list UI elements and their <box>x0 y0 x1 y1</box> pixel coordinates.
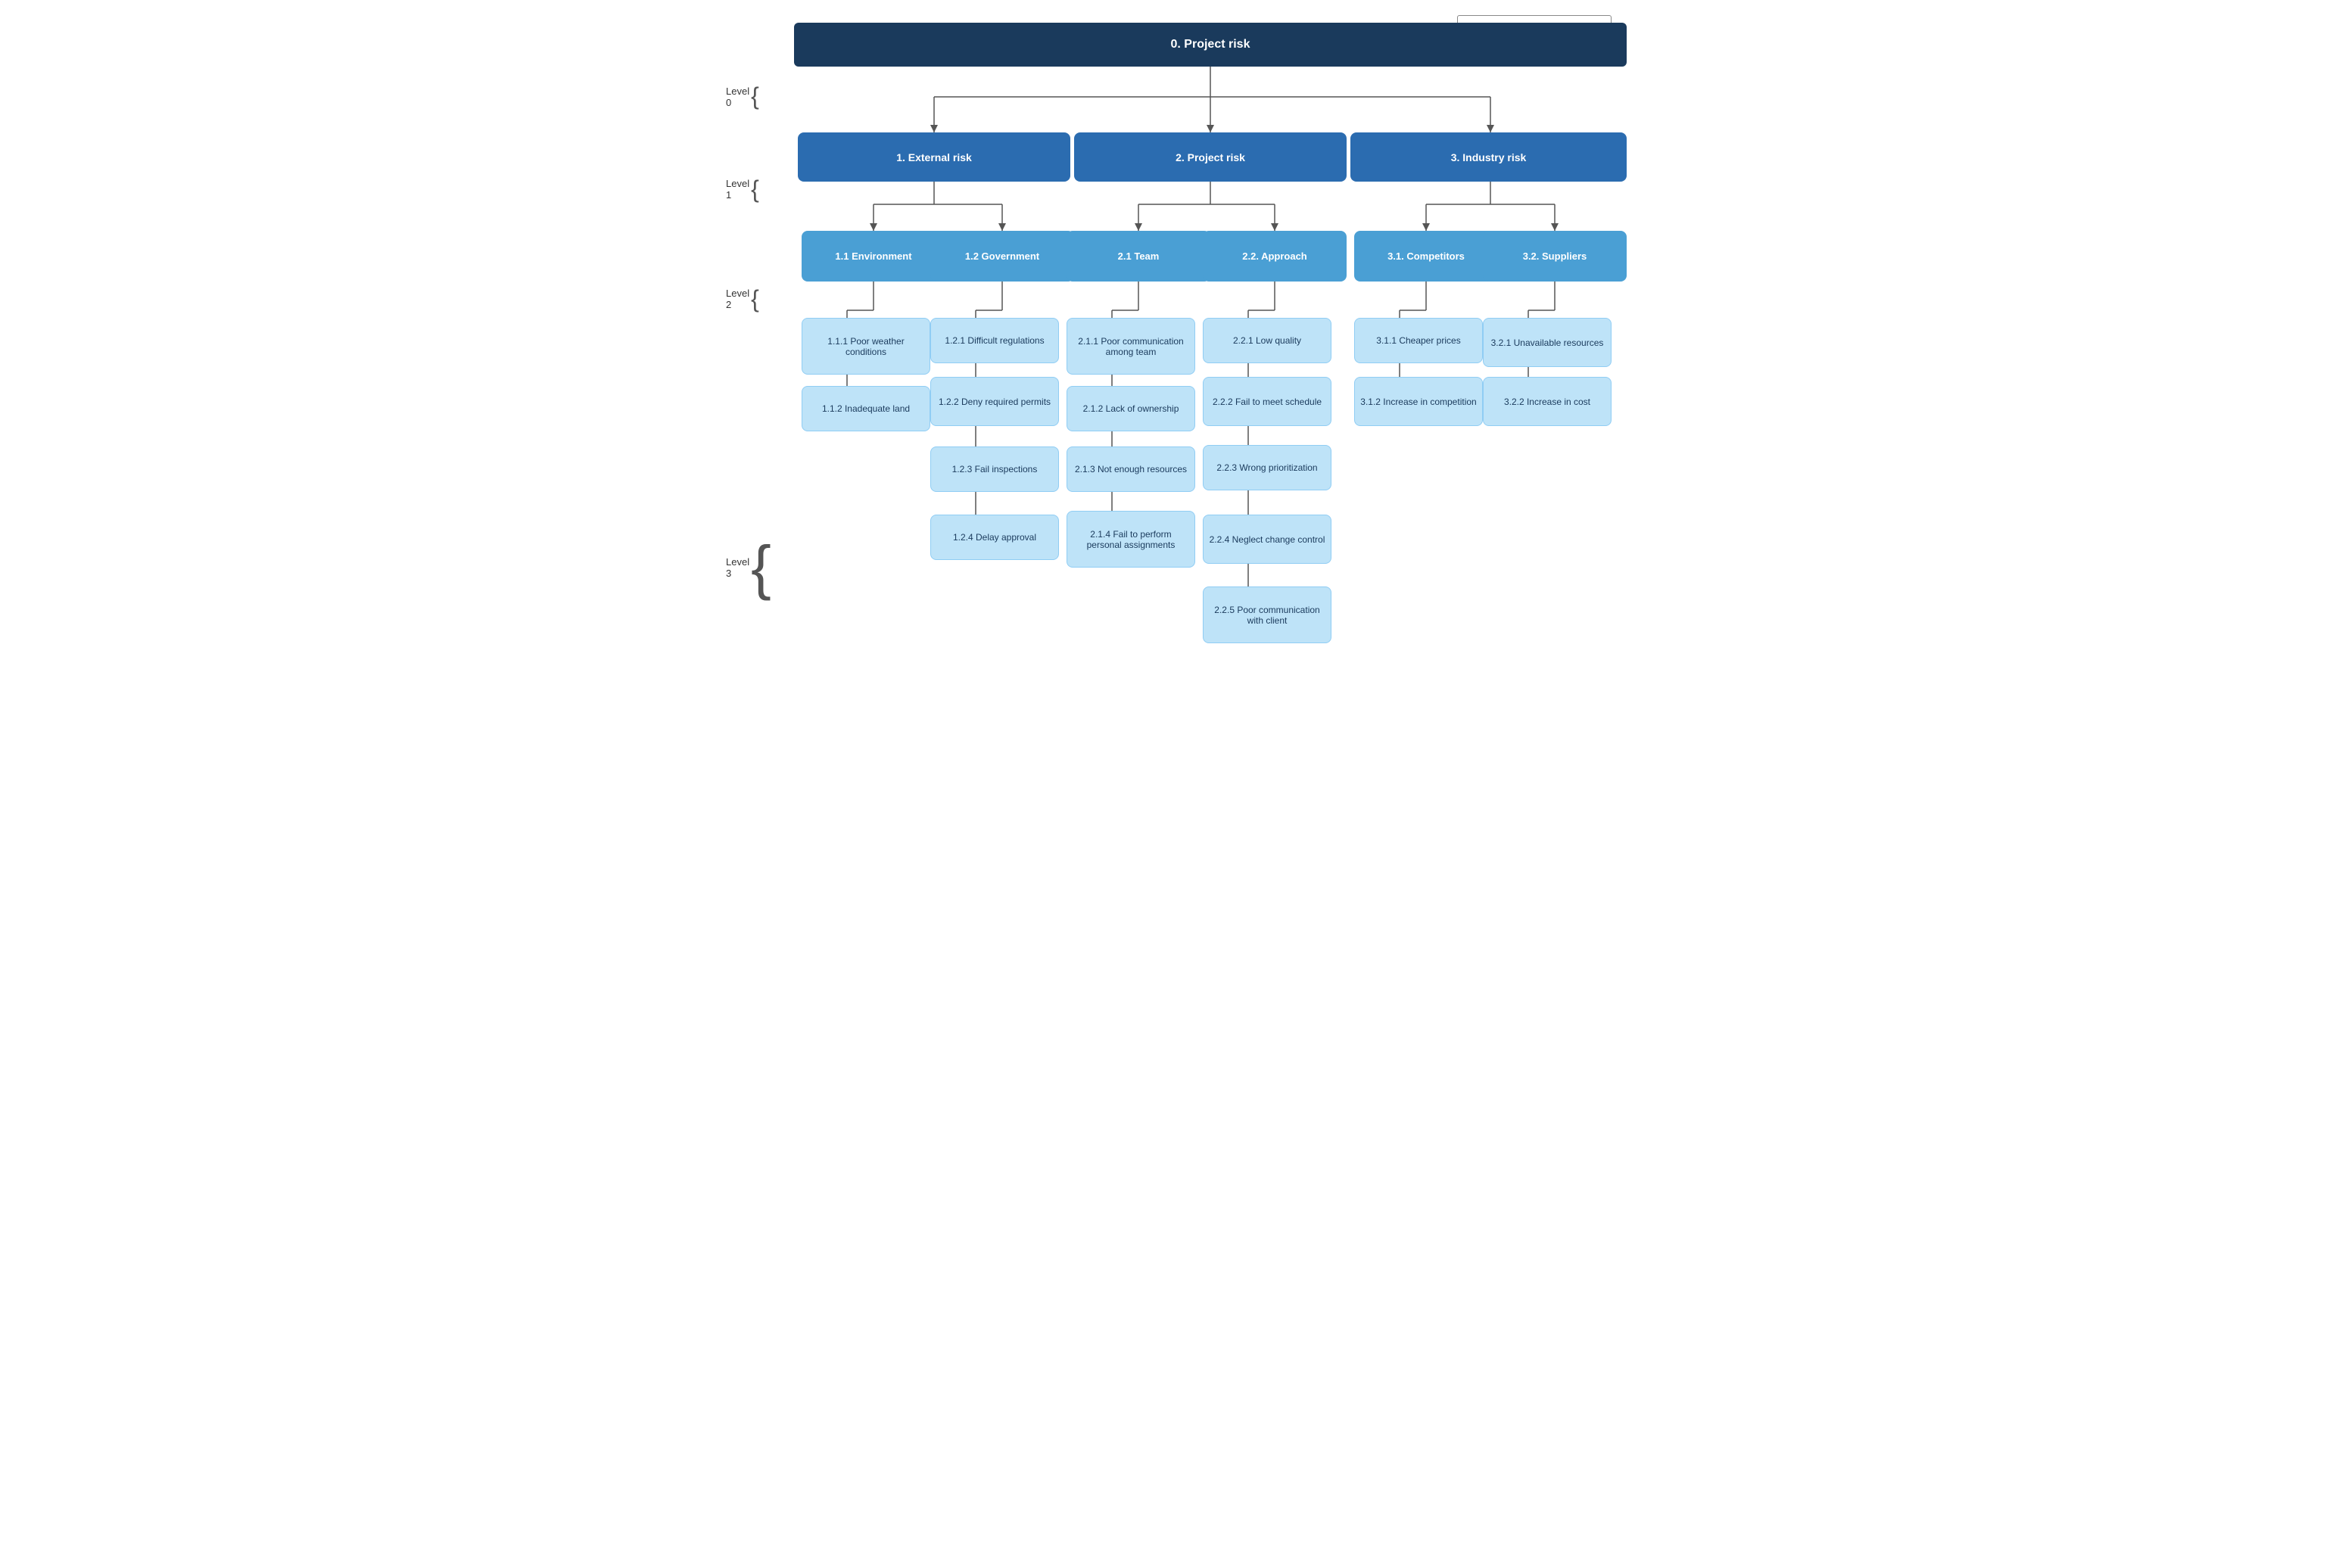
node-l3-225: 2.2.5 Poor communication with client <box>1203 586 1331 643</box>
node-l2-government: 1.2 Government <box>930 231 1074 282</box>
node-l1-industry: 3. Industry risk <box>1350 132 1627 182</box>
node-root: 0. Project risk <box>794 23 1627 67</box>
node-l2-suppliers: 3.2. Suppliers <box>1483 231 1627 282</box>
node-l1-external: 1. External risk <box>798 132 1070 182</box>
level3-label: Level 3 { <box>726 390 771 745</box>
node-l1-project: 2. Project risk <box>1074 132 1347 182</box>
node-l3-213: 2.1.3 Not enough resources <box>1067 446 1195 492</box>
node-l2-approach: 2.2. Approach <box>1203 231 1347 282</box>
node-l3-223: 2.2.3 Wrong prioritization <box>1203 445 1331 490</box>
node-l3-212: 2.1.2 Lack of ownership <box>1067 386 1195 431</box>
node-l2-team: 2.1 Team <box>1067 231 1210 282</box>
node-l3-211: 2.1.1 Poor communication among team <box>1067 318 1195 375</box>
node-l3-122: 1.2.2 Deny required permits <box>930 377 1059 426</box>
node-l3-222: 2.2.2 Fail to meet schedule <box>1203 377 1331 426</box>
node-l3-112: 1.1.2 Inadequate land <box>802 386 930 431</box>
node-l2-competitors: 3.1. Competitors <box>1354 231 1498 282</box>
node-l3-322: 3.2.2 Increase in cost <box>1483 377 1612 426</box>
node-l3-311: 3.1.1 Cheaper prices <box>1354 318 1483 363</box>
level0-label: Level 0 { <box>726 76 759 117</box>
node-l3-221: 2.2.1 Low quality <box>1203 318 1331 363</box>
node-l3-312: 3.1.2 Increase in competition <box>1354 377 1483 426</box>
node-l3-121: 1.2.1 Difficult regulations <box>930 318 1059 363</box>
node-l3-224: 2.2.4 Neglect change control <box>1203 515 1331 564</box>
node-l3-111: 1.1.1 Poor weather conditions <box>802 318 930 375</box>
node-l3-123: 1.2.3 Fail inspections <box>930 446 1059 492</box>
level2-label: Level 2 { <box>726 272 759 325</box>
node-l3-321: 3.2.1 Unavailable resources <box>1483 318 1612 367</box>
node-l3-124: 1.2.4 Delay approval <box>930 515 1059 560</box>
level1-label: Level 1 { <box>726 163 759 216</box>
node-l3-214: 2.1.4 Fail to perform personal assignmen… <box>1067 511 1195 568</box>
node-l2-environment: 1.1 Environment <box>802 231 945 282</box>
